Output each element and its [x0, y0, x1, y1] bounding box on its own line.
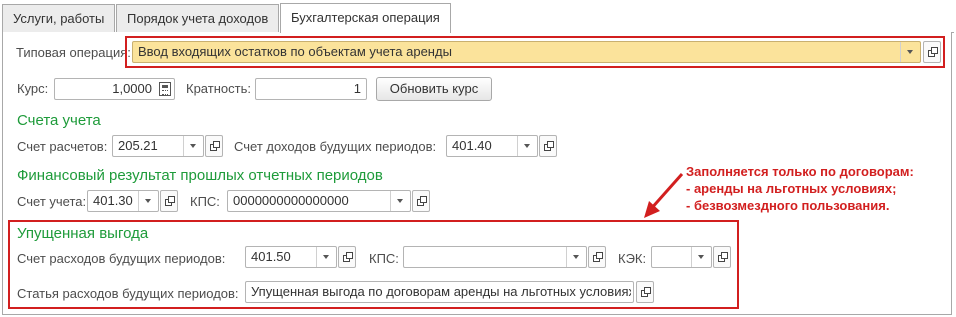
- kek-select[interactable]: [651, 246, 712, 268]
- expense-item-value: Упущенная выгода по договорам аренды на …: [251, 284, 631, 299]
- chevron-down-icon[interactable]: [691, 247, 711, 267]
- multiplicity-label: Кратность:: [186, 81, 251, 96]
- multiplicity-input[interactable]: 1: [255, 78, 367, 100]
- open-icon[interactable]: [588, 246, 606, 268]
- chevron-down-icon[interactable]: [566, 247, 586, 267]
- deferred-expense-value: 401.50: [251, 249, 291, 264]
- section-title-lost-profit: Упущенная выгода: [17, 225, 149, 242]
- lost-profit-kps-label: КПС:: [369, 251, 399, 266]
- open-icon[interactable]: [205, 135, 223, 157]
- settlement-account-select[interactable]: 205.21: [112, 135, 204, 157]
- open-icon[interactable]: [160, 190, 178, 212]
- tab-income-order[interactable]: Порядок учета доходов: [116, 4, 279, 32]
- rate-value: 1,0000: [112, 81, 152, 96]
- prior-kps-label: КПС:: [190, 194, 220, 209]
- chevron-down-icon[interactable]: [390, 191, 410, 211]
- tab-label: Услуги, работы: [13, 11, 105, 26]
- prior-account-label: Счет учета:: [17, 194, 87, 209]
- rate-input[interactable]: 1,0000: [54, 78, 175, 100]
- prior-account-value: 401.30: [93, 193, 133, 208]
- deferred-income-value: 401.40: [452, 138, 492, 153]
- prior-account-select[interactable]: 401.30: [87, 190, 159, 212]
- open-icon[interactable]: [338, 246, 356, 268]
- tab-services[interactable]: Услуги, работы: [2, 4, 115, 32]
- operation-value: Ввод входящих остатков по объектам учета…: [138, 44, 452, 59]
- settlement-label: Счет расчетов:: [17, 139, 108, 154]
- deferred-expense-label: Счет расходов будущих периодов:: [17, 251, 226, 266]
- update-rate-button[interactable]: Обновить курс: [376, 77, 492, 101]
- calculator-icon[interactable]: [159, 82, 171, 96]
- kek-label: КЭК:: [618, 251, 647, 266]
- annotation-arrow-icon: [644, 173, 684, 218]
- section-title-accounts: Счета учета: [17, 112, 101, 129]
- lost-profit-kps-select[interactable]: [403, 246, 587, 268]
- settlement-value: 205.21: [118, 138, 158, 153]
- operation-select[interactable]: Ввод входящих остатков по объектам учета…: [132, 41, 921, 63]
- open-icon[interactable]: [923, 41, 941, 63]
- annotation-line-3: - безвозмездного пользования.: [686, 198, 890, 213]
- deferred-income-label: Счет доходов будущих периодов:: [234, 139, 437, 154]
- open-icon[interactable]: [713, 246, 731, 268]
- chevron-down-icon[interactable]: [183, 136, 203, 156]
- annotation-line-1: Заполняется только по договорам:: [686, 164, 914, 179]
- annotation-line-2: - аренды на льготных условиях;: [686, 181, 897, 196]
- chevron-down-icon[interactable]: [316, 247, 336, 267]
- deferred-expense-select[interactable]: 401.50: [245, 246, 337, 268]
- open-icon[interactable]: [636, 281, 654, 303]
- prior-kps-select[interactable]: 0000000000000000: [227, 190, 411, 212]
- tab-label: Порядок учета доходов: [127, 11, 269, 26]
- open-icon[interactable]: [412, 190, 430, 212]
- prior-kps-value: 0000000000000000: [233, 193, 349, 208]
- deferred-income-select[interactable]: 401.40: [446, 135, 538, 157]
- open-icon[interactable]: [539, 135, 557, 157]
- operation-label: Типовая операция:: [16, 45, 131, 60]
- chevron-down-icon[interactable]: [517, 136, 537, 156]
- chevron-down-icon[interactable]: [138, 191, 158, 211]
- section-title-prior-result: Финансовый результат прошлых отчетных пе…: [17, 167, 383, 184]
- chevron-down-icon[interactable]: [900, 42, 920, 62]
- rate-label: Курс:: [17, 81, 49, 96]
- expense-item-field[interactable]: Упущенная выгода по договорам аренды на …: [245, 281, 634, 303]
- tab-accounting-operation[interactable]: Бухгалтерская операция: [280, 3, 451, 33]
- expense-item-label: Статья расходов будущих периодов:: [17, 286, 239, 301]
- tab-label: Бухгалтерская операция: [291, 10, 440, 25]
- multiplicity-value: 1: [353, 81, 361, 96]
